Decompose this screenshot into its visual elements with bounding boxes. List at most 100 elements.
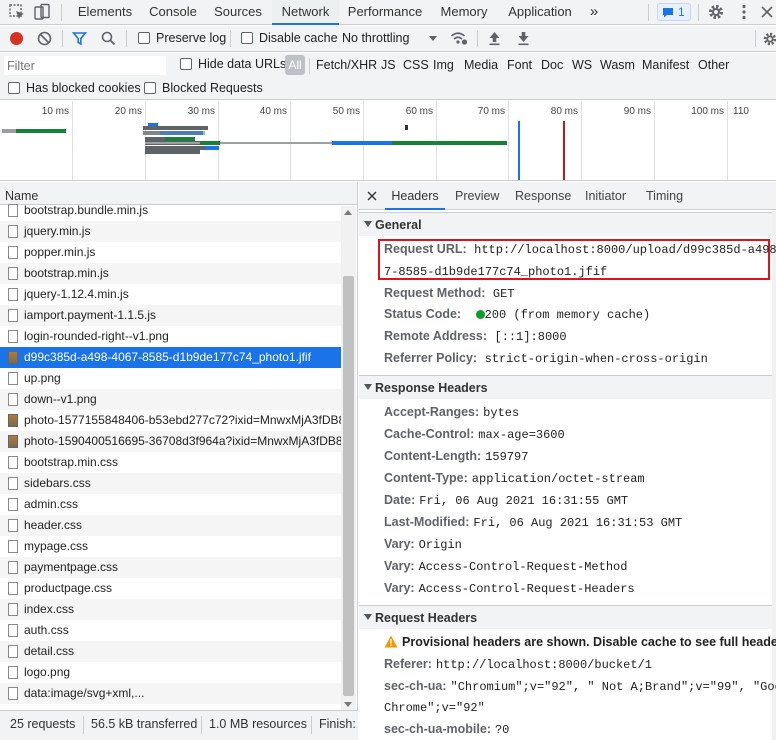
close-detail-icon[interactable]: [367, 191, 377, 201]
preserve-log-label: Preserve log: [156, 31, 227, 45]
request-name: index.css: [24, 602, 75, 616]
throttling-value: No throttling: [342, 31, 410, 45]
type-filter-ws[interactable]: WS: [572, 58, 592, 72]
tab-preview[interactable]: Preview: [455, 182, 499, 210]
request-row[interactable]: auth.css: [0, 620, 341, 641]
network-settings-gear-icon[interactable]: [762, 31, 776, 47]
throttling-select[interactable]: No throttling: [340, 28, 442, 49]
more-options-icon[interactable]: [735, 3, 753, 21]
tick-label: 50 ms: [332, 106, 360, 117]
header-row-status-code: Status Code: 200 (from memory cache): [384, 307, 650, 322]
export-har-download-icon[interactable]: [516, 30, 531, 46]
scrollbar-thumb[interactable]: [343, 276, 354, 696]
request-url-value-continued[interactable]: 7-8585-d1b9de177c74_photo1.jfif: [384, 265, 607, 279]
tab-memory[interactable]: Memory: [432, 0, 496, 25]
request-row[interactable]: header.css: [0, 515, 341, 536]
filter-icon[interactable]: [72, 31, 87, 46]
hide-data-urls-checkbox[interactable]: [180, 58, 192, 70]
tab-response[interactable]: Response: [515, 182, 571, 210]
request-name: data:image/svg+xml,...: [24, 686, 145, 700]
request-row[interactable]: popper.min.js: [0, 242, 341, 263]
type-filter-other[interactable]: Other: [698, 58, 729, 72]
request-row[interactable]: bootstrap.bundle.min.js: [0, 200, 341, 221]
settings-gear-icon[interactable]: [707, 3, 725, 21]
file-icon: [8, 204, 18, 217]
request-row[interactable]: bootstrap.min.css: [0, 452, 341, 473]
scroll-down-icon[interactable]: [344, 702, 352, 707]
header-value: application/octet-stream: [471, 472, 645, 486]
type-filter-css[interactable]: CSS: [403, 58, 429, 72]
tab-timing[interactable]: Timing: [646, 182, 683, 210]
tab-network[interactable]: Network: [272, 0, 339, 25]
network-overview-timeline[interactable]: 10 ms 20 ms 30 ms 40 ms 50 ms 60 ms 70 m…: [0, 101, 776, 181]
request-row[interactable]: paymentpage.css: [0, 557, 341, 578]
warning-icon: [384, 635, 398, 648]
record-button[interactable]: [10, 32, 23, 45]
request-row[interactable]: index.css: [0, 599, 341, 620]
header-key: Cache-Control:: [384, 427, 475, 441]
general-section-header[interactable]: General: [359, 212, 772, 236]
request-headers-section-header[interactable]: Request Headers: [359, 605, 772, 629]
triangle-down-icon: [364, 221, 372, 227]
network-conditions-wifi-icon[interactable]: [450, 31, 468, 46]
triangle-down-icon: [364, 614, 372, 620]
type-filter-all[interactable]: All: [285, 55, 305, 75]
device-toolbar-icon[interactable]: [33, 3, 51, 21]
request-row[interactable]: jquery.min.js: [0, 221, 341, 242]
type-filter-font[interactable]: Font: [507, 58, 532, 72]
tab-initiator[interactable]: Initiator: [585, 182, 626, 210]
type-filter-doc[interactable]: Doc: [541, 58, 563, 72]
header-row: Vary: Access-Control-Request-Headers: [384, 581, 635, 596]
response-headers-section-header[interactable]: Response Headers: [359, 375, 772, 399]
blocked-requests-checkbox[interactable]: [144, 82, 156, 94]
request-list-scrollbar[interactable]: [341, 206, 356, 710]
disable-cache-checkbox[interactable]: [241, 32, 253, 44]
tab-headers[interactable]: Headers: [385, 182, 445, 210]
import-har-upload-icon[interactable]: [487, 30, 502, 46]
request-row[interactable]: up.png: [0, 368, 341, 389]
detail-scrollbar[interactable]: [772, 211, 776, 740]
filter-input[interactable]: [4, 56, 166, 75]
clear-icon[interactable]: [37, 31, 52, 46]
issues-button[interactable]: 1: [657, 3, 691, 21]
type-filter-media[interactable]: Media: [464, 58, 498, 72]
type-filter-manifest[interactable]: Manifest: [642, 58, 689, 72]
request-row[interactable]: data:image/svg+xml,...: [0, 683, 341, 704]
more-tabs-button[interactable]: »: [584, 0, 604, 25]
type-filter-fetch-xhr[interactable]: Fetch/XHR: [316, 58, 377, 72]
request-row[interactable]: jquery-1.12.4.min.js: [0, 284, 341, 305]
request-row[interactable]: iamport.payment-1.1.5.js: [0, 305, 341, 326]
type-filter-js[interactable]: JS: [381, 58, 396, 72]
request-row[interactable]: mypage.css: [0, 536, 341, 557]
tick-label: 30 ms: [187, 106, 215, 117]
header-value: Origin: [418, 538, 462, 552]
header-key: sec-ch-ua:: [384, 679, 447, 693]
request-row[interactable]: productpage.css: [0, 578, 341, 599]
request-row[interactable]: photo-1590400516695-36708d3f964a?ixid=Mn…: [0, 431, 341, 452]
request-row[interactable]: d99c385d-a498-4067-8585-d1b9de177c74_pho…: [0, 347, 341, 368]
type-filter-wasm[interactable]: Wasm: [600, 58, 635, 72]
request-row[interactable]: detail.css: [0, 641, 341, 662]
request-row[interactable]: sidebars.css: [0, 473, 341, 494]
request-name: jquery.min.js: [24, 224, 91, 238]
inspect-element-icon[interactable]: [8, 3, 26, 21]
tab-elements[interactable]: Elements: [70, 0, 140, 25]
request-row[interactable]: admin.css: [0, 494, 341, 515]
hide-data-urls-label: Hide data URLs: [198, 57, 287, 71]
request-row[interactable]: bootstrap.min.js: [0, 263, 341, 284]
tab-console[interactable]: Console: [142, 0, 204, 25]
request-row[interactable]: down--v1.png: [0, 389, 341, 410]
preserve-log-checkbox[interactable]: [138, 32, 150, 44]
tab-performance[interactable]: Performance: [343, 0, 427, 25]
close-devtools-icon[interactable]: [758, 3, 776, 21]
search-icon[interactable]: [101, 31, 116, 46]
type-filter-img[interactable]: Img: [433, 58, 454, 72]
request-row[interactable]: login-rounded-right--v1.png: [0, 326, 341, 347]
request-row[interactable]: logo.png: [0, 662, 341, 683]
tab-sources[interactable]: Sources: [207, 0, 269, 25]
has-blocked-cookies-checkbox[interactable]: [8, 82, 20, 94]
request-row[interactable]: photo-1577155848406-b53ebd277c72?ixid=Mn…: [0, 410, 341, 431]
request-url-value[interactable]: http://localhost:8000/upload/d99c385d-a4…: [474, 243, 776, 257]
scroll-up-icon[interactable]: [344, 210, 352, 215]
tab-application[interactable]: Application: [501, 0, 579, 25]
